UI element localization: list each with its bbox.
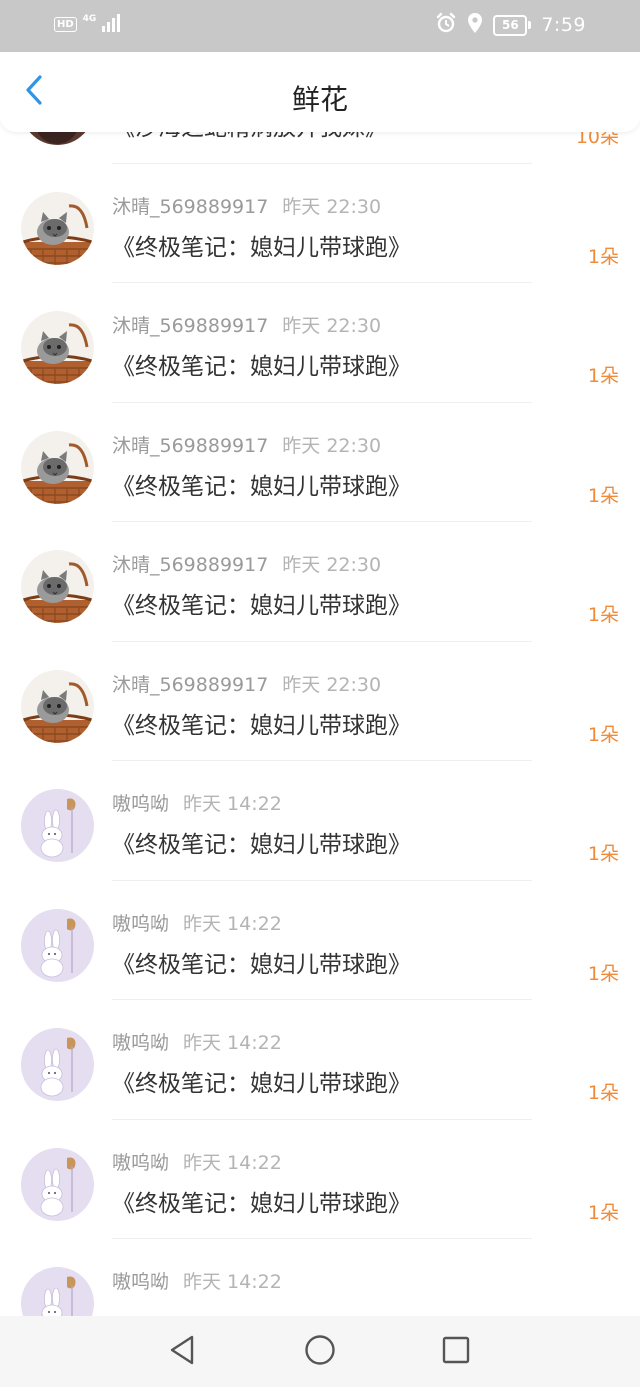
avatar[interactable] [21, 1267, 94, 1316]
list-item[interactable]: 沐晴_569889917 昨天 22:30 《终极笔记：媳妇儿带球跑》 1朵 [0, 283, 640, 403]
signal-icon [102, 14, 121, 32]
triangle-back-icon [168, 1335, 196, 1369]
flower-count: 1朵 [587, 723, 619, 746]
book-title[interactable]: 《终极笔记：媳妇儿带球跑》 [112, 228, 411, 262]
timestamp: 昨天 22:30 [282, 673, 382, 696]
user-line: 沐晴_569889917 昨天 22:30 [112, 311, 381, 338]
avatar[interactable] [21, 550, 94, 623]
status-right-group: 56 7:59 [435, 10, 586, 40]
avatar[interactable] [21, 789, 94, 862]
timestamp: 昨天 22:30 [282, 434, 382, 457]
avatar[interactable] [21, 908, 94, 982]
app-header: 鲜花 [0, 52, 640, 132]
book-title[interactable]: 《终极笔记：媳妇儿带球跑》 [112, 825, 411, 859]
book-title[interactable]: 《终极笔记：媳妇儿带球跑》 [112, 1064, 411, 1098]
timestamp: 昨天 22:30 [282, 315, 382, 337]
timestamp: 昨天 14:22 [183, 912, 282, 935]
book-title[interactable]: 《终极笔记：媳妇儿带球跑》 [112, 347, 411, 381]
username[interactable]: 嗷呜呦 [112, 1152, 169, 1174]
username[interactable]: 沐晴_569889917 [112, 196, 268, 218]
list-item[interactable]: 沐晴_569889917 昨天 22:30 《终极笔记：媳妇儿带球跑》 1朵 [0, 403, 640, 522]
flower-count: 1朵 [587, 1201, 619, 1224]
avatar[interactable] [21, 430, 94, 504]
username[interactable]: 嗷呜呦 [112, 1032, 169, 1054]
avatar[interactable] [21, 132, 94, 145]
page-title: 鲜花 [291, 83, 348, 116]
flower-count: 1朵 [587, 1082, 619, 1104]
user-line: 沐晴_569889917 昨天 22:30 [112, 192, 381, 219]
flower-count: 1朵 [587, 962, 619, 985]
username[interactable]: 嗷呜呦 [112, 793, 169, 815]
username[interactable]: 沐晴_569889917 [112, 315, 268, 337]
avatar[interactable] [21, 669, 94, 743]
list-item[interactable]: 嗷呜呦 昨天 14:22 《终极笔记：媳妇儿带球跑》 1朵 [0, 1120, 640, 1239]
system-nav-bar [0, 1316, 640, 1387]
timestamp: 昨天 22:30 [282, 195, 382, 218]
book-title[interactable]: 《沙海之蛇精病放开我妹》 [112, 132, 388, 142]
list-item[interactable]: 《沙海之蛇精病放开我妹》 10朵 [0, 132, 640, 164]
username[interactable]: 嗷呜呦 [112, 913, 169, 935]
list-item[interactable]: 沐晴_569889917 昨天 22:30 《终极笔记：媳妇儿带球跑》 1朵 [0, 642, 640, 761]
flower-count: 1朵 [587, 484, 619, 507]
user-line: 嗷呜呦 昨天 14:22 [112, 789, 282, 816]
flower-count: 1朵 [587, 245, 619, 268]
gift-list: 《沙海之蛇精病放开我妹》 10朵 沐晴_569889917 昨天 22:30 《终极笔… [0, 132, 640, 1316]
square-recents-icon [441, 1335, 471, 1369]
user-line: 嗷呜呦 昨天 14:22 [112, 909, 282, 936]
list-item[interactable]: 嗷呜呦 昨天 14:22 《终极笔记：媳妇儿带球跑》 1朵 [0, 761, 640, 881]
nav-recents-button[interactable] [440, 1336, 472, 1368]
username[interactable]: 沐晴_569889917 [112, 435, 268, 457]
username[interactable]: 沐晴_569889917 [112, 674, 268, 696]
battery-icon: 56 [493, 14, 532, 36]
user-line: 沐晴_569889917 昨天 22:30 [112, 431, 381, 458]
flower-count: 1朵 [587, 843, 619, 865]
alarm-icon [435, 12, 457, 38]
list-item[interactable]: 沐晴_569889917 昨天 22:30 《终极笔记：媳妇儿带球跑》 1朵 [0, 164, 640, 283]
timestamp: 昨天 14:22 [183, 1271, 282, 1293]
list-item[interactable]: 嗷呜呦 昨天 14:22 《终极笔记：媳妇儿带球跑》 1朵 [0, 1000, 640, 1120]
avatar[interactable] [21, 311, 94, 384]
gift-list-viewport[interactable]: 《沙海之蛇精病放开我妹》 10朵 沐晴_569889917 昨天 22:30 《终极笔… [0, 132, 640, 1316]
user-line: 沐晴_569889917 昨天 22:30 [112, 550, 381, 577]
book-title[interactable]: 《终极笔记：媳妇儿带球跑》 [112, 706, 411, 740]
flower-count: 1朵 [587, 604, 619, 626]
book-title[interactable]: 《终极笔记：媳妇儿带球跑》 [112, 1184, 411, 1218]
book-title[interactable]: 《终极笔记：媳妇儿带球跑》 [112, 467, 411, 501]
user-line: 嗷呜呦 昨天 14:22 [112, 1148, 282, 1175]
battery-level: 56 [493, 14, 528, 36]
flower-count: 10朵 [575, 132, 619, 148]
status-bar: HD 4G 56 7:59 [0, 0, 640, 52]
timestamp: 昨天 14:22 [183, 1032, 282, 1054]
username[interactable]: 嗷呜呦 [112, 1271, 169, 1293]
book-title[interactable]: 《终极笔记：媳妇儿带球跑》 [112, 586, 411, 620]
user-line: 嗷呜呦 昨天 14:22 [112, 1028, 282, 1055]
avatar[interactable] [21, 191, 94, 265]
user-line: 嗷呜呦 昨天 14:22 [112, 1267, 282, 1294]
location-icon [467, 12, 483, 38]
nav-back-button[interactable] [166, 1335, 198, 1369]
book-title[interactable]: 《终极笔记：媳妇儿带球跑》 [112, 945, 411, 979]
circle-home-icon [304, 1334, 336, 1370]
avatar[interactable] [21, 1028, 94, 1101]
list-item[interactable]: 嗷呜呦 昨天 14:22 《终极笔记：媳妇儿带球跑》 1朵 [0, 881, 640, 1000]
flower-count: 1朵 [587, 365, 619, 387]
timestamp: 昨天 14:22 [183, 793, 282, 815]
avatar[interactable] [21, 1147, 94, 1221]
status-clock: 7:59 [541, 14, 586, 36]
list-item[interactable]: 嗷呜呦 昨天 14:22 [0, 1239, 640, 1316]
status-left-group: HD 4G [54, 14, 121, 32]
timestamp: 昨天 14:22 [183, 1151, 282, 1174]
username[interactable]: 沐晴_569889917 [112, 554, 268, 576]
hd-badge: HD [54, 17, 77, 32]
list-item[interactable]: 沐晴_569889917 昨天 22:30 《终极笔记：媳妇儿带球跑》 1朵 [0, 522, 640, 642]
timestamp: 昨天 22:30 [282, 554, 382, 576]
user-line: 沐晴_569889917 昨天 22:30 [112, 670, 381, 697]
network-type-label: 4G [82, 14, 97, 24]
nav-home-button[interactable] [304, 1334, 336, 1370]
